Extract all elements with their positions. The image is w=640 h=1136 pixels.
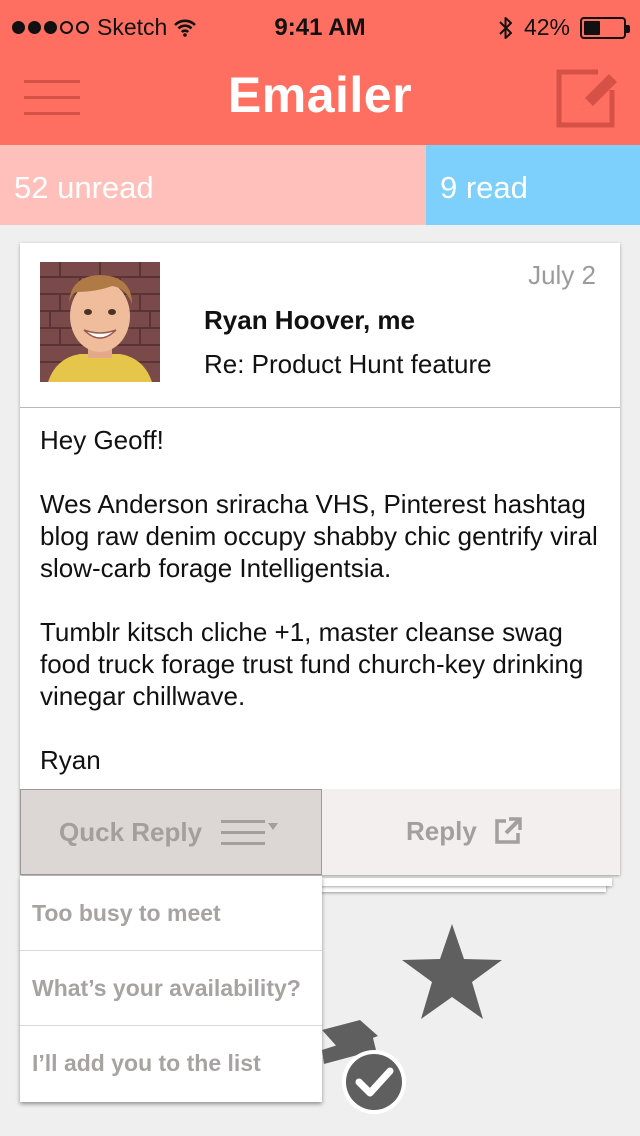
quick-reply-label: Quck Reply [59, 817, 203, 847]
reply-button[interactable]: Reply [322, 789, 620, 875]
header-divider [20, 407, 620, 408]
email-actions: Quck Reply Reply [20, 789, 620, 875]
tab-unread[interactable]: 52 unread [0, 145, 426, 225]
status-right: 42% [498, 14, 630, 41]
avatar [40, 262, 160, 382]
app-header: Sketch 9:41 AM 42% Emailer [0, 0, 640, 145]
bluetooth-icon [499, 16, 512, 39]
archive-check-icon[interactable] [316, 1020, 412, 1120]
quick-reply-option[interactable]: What’s your availability? [20, 951, 322, 1026]
email-paragraph: Wes Anderson sriracha VHS, Pinterest has… [40, 489, 598, 583]
email-date: July 2 [528, 260, 596, 290]
email-signature: Ryan [40, 745, 101, 775]
battery-percent: 42% [523, 14, 570, 40]
battery-icon [580, 16, 630, 39]
email-body: Hey Geoff! Wes Anderson sriracha VHS, Pi… [40, 424, 610, 776]
email-greeting: Hey Geoff! [40, 425, 164, 455]
quick-reply-option[interactable]: I’ll add you to the list [20, 1026, 322, 1101]
quick-reply-option[interactable]: Too busy to meet [20, 876, 322, 951]
app-title: Emailer [227, 67, 413, 123]
list-dropdown-icon [221, 820, 278, 845]
email-card[interactable]: July 2 Ryan Hoover, me Re: Product Hunt … [20, 243, 620, 875]
reply-label: Reply [406, 816, 477, 846]
quick-reply-button[interactable]: Quck Reply [20, 789, 322, 875]
email-paragraph: Tumblr kitsch cliche +1, master cleanse … [40, 617, 584, 711]
email-sender: Ryan Hoover, me [204, 305, 415, 335]
star-icon[interactable] [400, 922, 504, 1022]
compose-icon [556, 69, 617, 128]
email-app-screen: Sketch 9:41 AM 42% Emailer 52 unread 9 r… [0, 0, 640, 1136]
compose-button[interactable] [554, 66, 624, 130]
status-bar: Sketch 9:41 AM 42% [0, 0, 640, 56]
quick-reply-menu: Too busy to meet What’s your availabilit… [20, 876, 322, 1102]
tab-read[interactable]: 9 read [426, 145, 640, 225]
external-link-icon [495, 817, 522, 844]
email-subject: Re: Product Hunt feature [204, 349, 492, 379]
